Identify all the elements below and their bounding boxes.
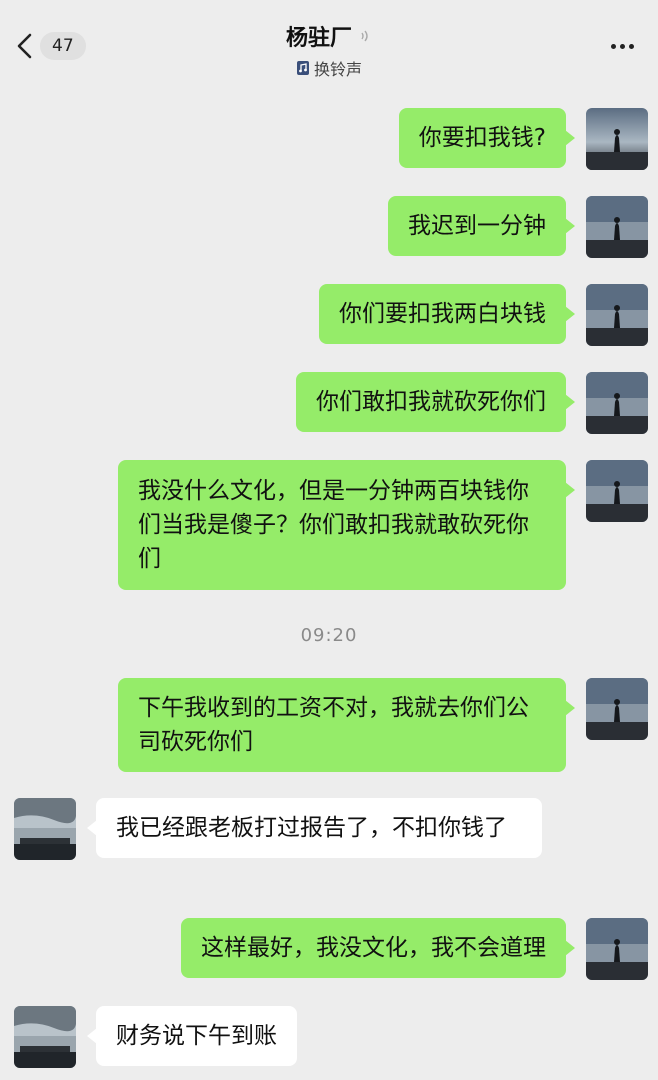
avatar-image-icon (586, 372, 648, 434)
incoming-message-bubble[interactable]: 财务说下午到账 (87, 1006, 297, 1066)
dot-icon (628, 43, 634, 49)
my-avatar[interactable] (586, 284, 648, 346)
dot-icon (610, 43, 616, 49)
contact-name: 杨驻厂 (285, 26, 352, 51)
outgoing-message-bubble[interactable]: 你要扣我钱? (398, 108, 576, 168)
my-avatar[interactable] (586, 918, 648, 980)
avatar-image-icon (586, 678, 648, 740)
incoming-message-bubble[interactable]: 我已经跟老板打过报告了，不扣你钱了 (87, 798, 542, 858)
more-options-button[interactable] (606, 36, 638, 56)
avatar-image-icon (586, 918, 648, 980)
avatar-image-icon (586, 284, 648, 346)
avatar-image-icon (586, 108, 648, 170)
outgoing-message-bubble[interactable]: 你们要扣我两白块钱 (319, 284, 575, 344)
my-avatar[interactable] (586, 108, 648, 170)
my-avatar[interactable] (586, 196, 648, 258)
outgoing-message-bubble[interactable]: 我迟到一分钟 (388, 196, 575, 256)
outgoing-message-bubble[interactable]: 下午我收到的工资不对，我就去你们公司砍死你们 (118, 678, 575, 772)
outgoing-message-bubble[interactable]: 我没什么文化，但是一分钟两百块钱你们当我是傻子？你们敢扣我就敢砍死你们 (118, 460, 575, 590)
my-avatar[interactable] (586, 678, 648, 740)
outgoing-message-bubble[interactable]: 你们敢扣我就砍死你们 (296, 372, 575, 432)
contact-avatar[interactable] (14, 798, 76, 860)
outgoing-message-bubble[interactable]: 这样最好，我没文化，我不会道理 (181, 918, 575, 978)
avatar-image-icon (14, 1006, 76, 1068)
my-avatar[interactable] (586, 460, 648, 522)
avatar-image-icon (586, 460, 648, 522)
ringtone-icon (296, 61, 309, 75)
avatar-image-icon (586, 196, 648, 258)
dot-icon (619, 43, 625, 49)
contact-avatar[interactable] (14, 1006, 76, 1068)
my-avatar[interactable] (586, 372, 648, 434)
title-area[interactable]: 杨驻厂 换铃声 (0, 20, 658, 80)
chat-header: 47 杨驻厂 换铃声 (0, 0, 658, 92)
message-timestamp: 09:20 (300, 625, 358, 646)
sound-wave-icon (361, 30, 368, 42)
avatar-image-icon (14, 798, 76, 860)
ringtone-label: 换铃声 (313, 60, 362, 79)
